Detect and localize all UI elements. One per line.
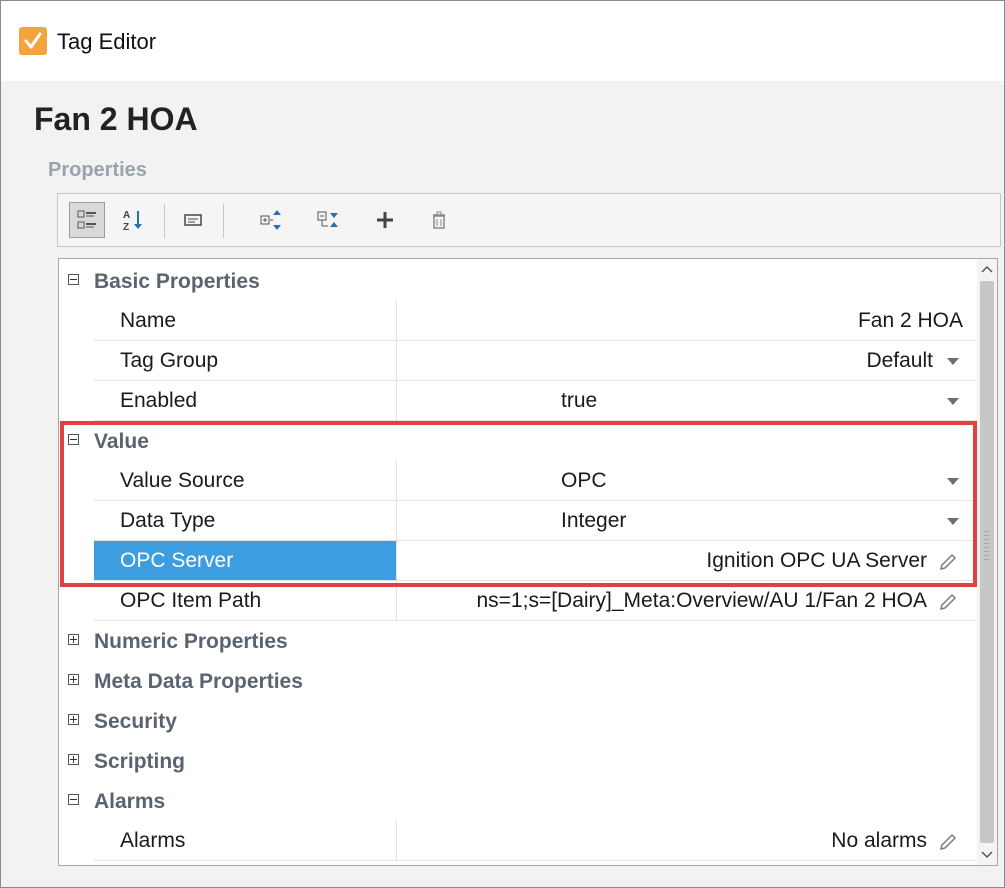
collapse-icon[interactable] [68,274,79,285]
property-value: Default [866,349,933,372]
property-row-alarms[interactable]: Alarms No alarms [59,821,977,861]
add-property-button[interactable] [367,202,403,238]
dropdown-arrow-icon[interactable] [947,518,959,525]
category-label: Numeric Properties [94,630,288,653]
title-bar: Tag Editor [1,1,1004,81]
tag-name-heading: Fan 2 HOA [34,101,198,137]
scroll-up-button[interactable] [977,259,997,279]
property-value: Integer [561,509,627,532]
category-label: Value [94,430,149,453]
expand-icon[interactable] [68,714,79,725]
property-value: Fan 2 HOA [857,309,963,332]
scrollbar-thumb[interactable] [980,281,994,843]
property-row-name[interactable]: Name Fan 2 HOA [59,301,977,341]
property-row-value-source[interactable]: Value Source OPC [59,461,977,501]
property-name: Tag Group [120,349,219,372]
expand-icon[interactable] [68,634,79,645]
collapse-all-icon [317,211,338,227]
vertical-scrollbar[interactable] [977,259,997,865]
svg-text:A: A [123,210,130,221]
property-name: Enabled [120,389,198,412]
property-value: ns=1;s=[Dairy]_Meta:Overview/AU 1/Fan 2 … [476,589,927,612]
tag-editor-app-icon [19,27,47,55]
property-value: No alarms [831,829,927,852]
dropdown-arrow-icon[interactable] [947,398,959,405]
expand-all-icon [260,210,281,230]
description-icon [184,214,202,226]
collapse-icon[interactable] [68,794,79,805]
property-name: Value Source [120,469,245,492]
category-label: Meta Data Properties [94,670,303,693]
category-meta-data-properties[interactable]: Meta Data Properties [59,661,977,701]
category-label: Scripting [94,750,186,773]
collapse-icon[interactable] [68,434,79,445]
category-label: Alarms [94,790,166,813]
categorized-view-icon [77,210,96,229]
show-description-button[interactable] [175,202,211,238]
property-row-opc-server[interactable]: OPC Server Ignition OPC UA Server [59,541,977,581]
dropdown-arrow-icon[interactable] [947,478,959,485]
category-label: Basic Properties [94,270,260,293]
add-icon [377,212,393,228]
property-grid: Basic Properties Name Fan 2 HOA Tag Grou… [58,258,998,866]
category-basic-properties[interactable]: Basic Properties [59,261,977,301]
svg-text:Z: Z [123,222,129,232]
properties-section-label: Properties [48,159,147,181]
expand-icon[interactable] [68,754,79,765]
property-value: OPC [561,469,607,492]
collapse-all-button[interactable] [310,202,346,238]
category-numeric-properties[interactable]: Numeric Properties [59,621,977,661]
category-value[interactable]: Value [59,421,977,461]
categorized-view-button[interactable] [69,202,105,238]
property-name: Name [120,309,177,332]
property-name: OPC Server [120,549,234,572]
scroll-down-button[interactable] [977,845,997,865]
chevron-up-icon [981,265,993,273]
sort-alphabetical-icon: A Z [123,210,142,232]
property-row-data-type[interactable]: Data Type Integer [59,501,977,541]
pencil-icon[interactable] [937,551,959,573]
pencil-icon[interactable] [937,831,959,853]
delete-icon [433,211,445,229]
property-row-enabled[interactable]: Enabled true [59,381,977,421]
delete-property-button[interactable] [421,202,457,238]
category-scripting[interactable]: Scripting [59,741,977,781]
property-value: Ignition OPC UA Server [706,549,927,572]
property-row-opc-item-path[interactable]: OPC Item Path ns=1;s=[Dairy]_Meta:Overvi… [59,581,977,621]
category-label: Security [94,710,177,733]
properties-toolbar: A Z [57,193,1001,247]
expand-all-button[interactable] [253,202,289,238]
tag-editor-window: Tag Editor Fan 2 HOA Properties A Z Basi… [0,0,1005,888]
property-row-tag-group[interactable]: Tag Group Default [59,341,977,381]
expand-icon[interactable] [68,674,79,685]
property-name: Data Type [120,509,216,532]
chevron-down-icon [981,851,993,859]
property-name: OPC Item Path [120,589,262,612]
category-alarms[interactable]: Alarms [59,781,977,821]
pencil-icon[interactable] [937,591,959,613]
property-value: true [561,389,598,412]
window-title: Tag Editor [57,29,157,54]
property-name: Alarms [120,829,186,852]
dropdown-arrow-icon[interactable] [947,358,959,365]
category-security[interactable]: Security [59,701,977,741]
sort-alphabetical-button[interactable]: A Z [116,202,152,238]
